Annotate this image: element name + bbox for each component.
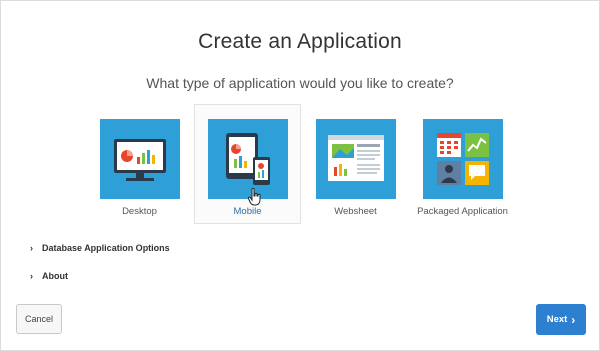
next-button-label: Next [546,314,568,325]
websheet-icon [315,119,396,199]
page-subtitle: What type of application would you like … [146,75,454,91]
app-type-label: Packaged Application [417,206,508,217]
app-type-packaged-application[interactable]: Packaged Application [409,104,516,224]
next-button[interactable]: Next › [536,304,586,335]
cancel-button[interactable]: Cancel [16,304,62,334]
section-label: About [42,271,68,281]
page-title: Create an Application [198,30,402,53]
database-application-options-toggle[interactable]: › Database Application Options [30,243,170,253]
about-toggle[interactable]: › About [30,271,68,281]
section-label: Database Application Options [42,243,170,253]
packaged-application-icon [422,119,503,199]
chevron-right-icon: › [571,312,576,327]
chevron-right-icon: › [30,243,33,253]
chevron-right-icon: › [30,271,33,281]
hand-pointer-icon [247,187,262,211]
desktop-monitor-icon [99,119,180,199]
mobile-devices-icon [207,119,288,199]
